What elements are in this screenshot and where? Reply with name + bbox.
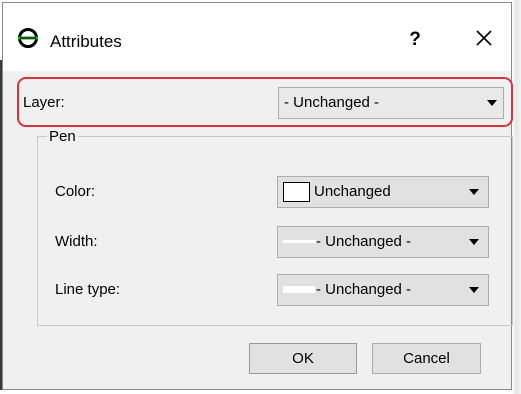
layer-highlight-frame: [17, 77, 513, 127]
close-icon[interactable]: [471, 25, 497, 51]
attributes-app-icon: [18, 28, 38, 48]
color-swatch: [283, 182, 310, 202]
width-dropdown-value: - Unchanged -: [316, 233, 412, 250]
line-type-dropdown-value: - Unchanged -: [316, 281, 412, 298]
attributes-dialog: Attributes ? Layer: - Unchanged - Pen Co…: [2, 2, 513, 390]
line-type-dropdown[interactable]: - Unchanged -: [277, 274, 489, 306]
chevron-down-icon: [469, 287, 479, 293]
pen-group-title: Pen: [47, 128, 78, 145]
width-label: Width:: [55, 233, 98, 250]
dialog-title: Attributes: [50, 32, 122, 51]
color-dropdown-value: Unchanged: [314, 183, 391, 200]
line-type-label: Line type:: [55, 281, 121, 298]
cancel-button[interactable]: Cancel: [372, 343, 481, 374]
color-dropdown[interactable]: Unchanged: [277, 176, 489, 208]
line-width-sample-icon: [283, 240, 316, 243]
title-bar: Attributes ?: [3, 3, 511, 71]
chevron-down-icon: [469, 239, 479, 245]
color-label: Color:: [55, 183, 96, 200]
window-edge: [0, 60, 2, 390]
line-type-sample-icon: [283, 286, 315, 293]
help-button[interactable]: ?: [401, 23, 429, 57]
ok-button[interactable]: OK: [249, 343, 357, 374]
width-dropdown[interactable]: - Unchanged -: [277, 226, 489, 258]
chevron-down-icon: [469, 189, 479, 195]
